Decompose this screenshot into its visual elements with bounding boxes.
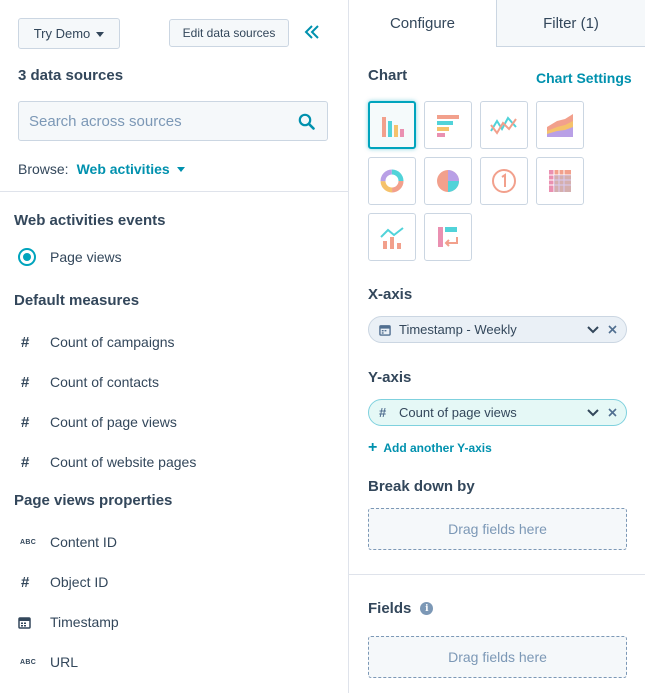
pie-chart-icon	[437, 170, 459, 192]
list-item-count-of-campaigns[interactable]: # Count of campaigns	[18, 330, 175, 354]
data-sources-panel: Try Demo Edit data sources 3 data source…	[0, 0, 349, 693]
chart-type-pivot-table-button[interactable]	[536, 157, 584, 205]
try-demo-button[interactable]: Try Demo	[18, 18, 120, 49]
list-item-object-id[interactable]: # Object ID	[18, 570, 108, 594]
hash-icon: #	[21, 333, 30, 351]
y-axis-field-label: Count of page views	[399, 405, 517, 420]
chart-type-vertical-bar-button[interactable]	[368, 101, 416, 149]
break-down-drop-zone[interactable]: Drag fields here	[368, 508, 627, 550]
info-icon[interactable]: i	[420, 602, 434, 615]
chart-section-title: Chart	[368, 67, 408, 84]
add-another-y-axis-button[interactable]: + Add another Y-axis	[368, 439, 492, 456]
list-item-label: Count of campaigns	[50, 334, 175, 350]
browse-filter: Browse: Web activities	[18, 161, 185, 177]
list-item-label: Count of page views	[50, 414, 177, 430]
summary-number-icon	[492, 169, 516, 193]
calendar-icon	[379, 324, 395, 336]
break-down-by-title: Break down by	[368, 478, 475, 495]
chart-type-horizontal-bar-button[interactable]	[424, 101, 472, 149]
add-y-axis-label: Add another Y-axis	[383, 441, 492, 455]
try-demo-label: Try Demo	[33, 26, 91, 41]
chart-type-donut-button[interactable]	[368, 157, 416, 205]
y-axis-title: Y-axis	[368, 369, 412, 386]
plus-icon: +	[368, 439, 378, 456]
data-sources-count: 3 data sources	[18, 67, 124, 84]
hash-icon: #	[21, 573, 30, 591]
collapse-panel-icon[interactable]	[302, 20, 322, 44]
combination-chart-icon	[380, 227, 404, 249]
list-item-label: Count of website pages	[50, 454, 197, 470]
search-box	[18, 101, 328, 141]
fields-title-label: Fields	[368, 600, 412, 617]
list-item-label: Page views	[50, 249, 122, 265]
list-item-url[interactable]: ABC URL	[18, 650, 78, 674]
area-chart-icon	[547, 114, 573, 137]
chart-type-area-button[interactable]	[536, 101, 584, 149]
fields-drop-zone[interactable]: Drag fields here	[368, 636, 627, 678]
tab-configure[interactable]: Configure	[349, 0, 497, 47]
search-input[interactable]	[29, 102, 289, 140]
tab-filter[interactable]: Filter (1)	[497, 0, 645, 47]
vertical-bar-chart-icon	[382, 117, 404, 137]
fields-title: Fields i	[368, 600, 434, 617]
section-title-web-activities-events: Web activities events	[14, 212, 166, 229]
section-title-default-measures: Default measures	[14, 292, 140, 309]
caret-down-icon[interactable]	[176, 166, 185, 172]
chart-type-summary-button[interactable]	[480, 157, 528, 205]
browse-label: Browse:	[18, 161, 69, 177]
section-title-page-views-properties: Page views properties	[14, 492, 173, 509]
search-icon[interactable]	[298, 113, 315, 135]
abc-text-icon: ABC	[20, 538, 37, 546]
hash-icon: #	[379, 405, 387, 420]
edit-data-sources-button[interactable]: Edit data sources	[169, 19, 289, 47]
hash-icon: #	[21, 373, 30, 391]
caret-down-icon	[96, 31, 105, 37]
line-chart-icon	[490, 116, 517, 135]
browse-dropdown[interactable]: Web activities	[77, 161, 170, 177]
list-item-label: Timestamp	[50, 614, 119, 630]
hash-icon: #	[21, 453, 30, 471]
chart-type-combination-button[interactable]	[368, 213, 416, 261]
funnel-chart-icon	[438, 227, 458, 247]
calendar-icon	[18, 616, 40, 629]
list-item-label: URL	[50, 654, 79, 670]
divider	[0, 191, 348, 192]
chart-type-line-button[interactable]	[480, 101, 528, 149]
chevron-down-icon[interactable]	[585, 408, 601, 417]
close-icon[interactable]	[605, 408, 619, 417]
abc-text-icon: ABC	[20, 658, 37, 666]
radio-selected-icon[interactable]	[18, 248, 36, 266]
x-axis-field-pill[interactable]: Timestamp - Weekly	[368, 316, 627, 343]
list-item-label: Count of contacts	[50, 374, 159, 390]
list-item-count-of-page-views[interactable]: # Count of page views	[18, 410, 177, 434]
chart-settings-link[interactable]: Chart Settings	[536, 70, 632, 86]
pivot-table-icon	[549, 170, 571, 192]
donut-chart-icon	[380, 169, 404, 193]
list-item-timestamp[interactable]: Timestamp	[18, 610, 119, 634]
divider	[349, 574, 645, 575]
chart-type-funnel-button[interactable]	[424, 213, 472, 261]
y-axis-field-pill[interactable]: # Count of page views	[368, 399, 627, 426]
list-item-content-id[interactable]: ABC Content ID	[18, 530, 117, 554]
list-item-count-of-website-pages[interactable]: # Count of website pages	[18, 450, 196, 474]
list-item-count-of-contacts[interactable]: # Count of contacts	[18, 370, 159, 394]
close-icon[interactable]	[605, 325, 619, 334]
hash-icon: #	[21, 413, 30, 431]
x-axis-title: X-axis	[368, 286, 413, 303]
configure-panel: Configure Filter (1) Chart Chart Setting…	[349, 0, 645, 693]
list-item-label: Object ID	[50, 574, 109, 590]
x-axis-field-label: Timestamp - Weekly	[399, 322, 517, 337]
chart-type-pie-button[interactable]	[424, 157, 472, 205]
horizontal-bar-chart-icon	[437, 115, 459, 137]
chevron-down-icon[interactable]	[585, 325, 601, 334]
list-item-page-views[interactable]: Page views	[18, 245, 122, 269]
list-item-label: Content ID	[50, 534, 117, 550]
